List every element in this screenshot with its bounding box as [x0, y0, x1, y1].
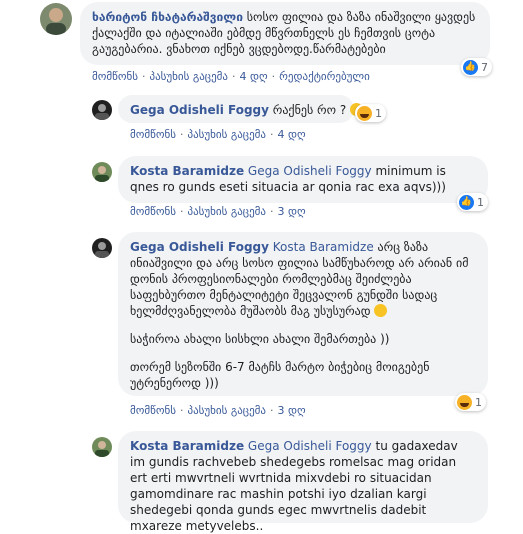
like-button[interactable]: მომწონს: [92, 70, 138, 83]
mention-tag[interactable]: Gega Odisheli Foggy: [248, 164, 372, 178]
reaction-count[interactable]: 👍 7: [461, 58, 492, 76]
mention-tag[interactable]: Gega Odisheli Foggy: [248, 439, 372, 453]
reaction-count-text: 1: [477, 195, 484, 209]
comment-text: რაქნეს რო ?: [272, 103, 347, 117]
smile-emoji-icon: [374, 304, 388, 317]
reaction-count-text: 1: [375, 106, 382, 120]
comment-author[interactable]: Kosta Baramidze: [130, 439, 244, 453]
like-icon: 👍: [463, 59, 478, 75]
comment-bubble: Gega Odisheli Foggy Kosta Baramidze არც …: [118, 232, 488, 396]
comment-author[interactable]: Kosta Baramidze: [130, 164, 244, 178]
comment-author[interactable]: Gega Odisheli Foggy: [130, 103, 269, 117]
mention-tag[interactable]: Kosta Baramidze: [273, 240, 374, 254]
reaction-count[interactable]: 👍 1: [457, 193, 488, 211]
comment-bubble: ხარიტონ ჩხატარაშვილი სოსო ფილია და ზაზა …: [80, 2, 490, 65]
reply-button[interactable]: პასუხის გაცემა: [149, 70, 228, 83]
reply-button[interactable]: პასუხის გაცემა: [187, 205, 266, 218]
comment-text: tu gadaxedav im gundis rachvebeb shedege…: [130, 439, 458, 533]
avatar[interactable]: [40, 3, 72, 35]
like-button[interactable]: მომწონს: [130, 404, 176, 417]
timestamp[interactable]: 4 დღ: [240, 70, 268, 83]
avatar[interactable]: [92, 162, 112, 182]
reply-button[interactable]: პასუხის გაცემა: [187, 128, 266, 141]
reaction-count-text: 7: [481, 60, 488, 74]
timestamp[interactable]: 3 დღ: [278, 205, 306, 218]
comment-bubble: Kosta Baramidze Gega Odisheli Foggy tu g…: [118, 431, 488, 533]
avatar[interactable]: [92, 100, 112, 120]
haha-icon: [357, 105, 372, 121]
comment-paragraph: Gega Odisheli Foggy Kosta Baramidze არც …: [130, 239, 476, 319]
avatar[interactable]: [92, 437, 112, 457]
comment-actions: მომწონს · პასუხის გაცემა · 4 დღ · რედაქტირებულ…: [92, 70, 370, 83]
comment-text-line: თორემ სეზონში 6-7 მატჩს მარტო ბიჭებიც მო…: [130, 360, 430, 390]
comment-author[interactable]: ხარიტონ ჩხატარაშვილი: [92, 10, 243, 24]
edited-label[interactable]: რედაქტირებული: [279, 70, 370, 83]
comment-bubble: Kosta Baramidze Gega Odisheli Foggy mini…: [118, 156, 488, 203]
reaction-count[interactable]: 1: [455, 393, 486, 411]
like-icon: 👍: [459, 194, 474, 210]
avatar[interactable]: [92, 238, 112, 258]
comment-bubble: Gega Odisheli Foggy რაქნეს რო ?: [118, 95, 364, 123]
reply-button[interactable]: პასუხის გაცემა: [187, 404, 266, 417]
timestamp[interactable]: 4 დღ: [278, 128, 306, 141]
haha-icon: [457, 394, 472, 410]
comment-actions: მომწონს · პასუხის გაცემა · 3 დღ: [130, 205, 306, 218]
reaction-count-text: 1: [475, 395, 482, 409]
reaction-count[interactable]: 1: [355, 104, 386, 122]
comment-author[interactable]: Gega Odisheli Foggy: [130, 240, 269, 254]
like-button[interactable]: მომწონს: [130, 205, 176, 218]
like-button[interactable]: მომწონს: [130, 128, 176, 141]
comment-actions: მომწონს · პასუხის გაცემა · 4 დღ: [130, 128, 306, 141]
comment-text-line: საჭიროა ახალი სისხლი ახალი შემართება )): [130, 332, 390, 346]
comment-actions: მომწონს · პასუხის გაცემა · 3 დღ: [130, 404, 306, 417]
timestamp[interactable]: 3 დღ: [278, 404, 306, 417]
